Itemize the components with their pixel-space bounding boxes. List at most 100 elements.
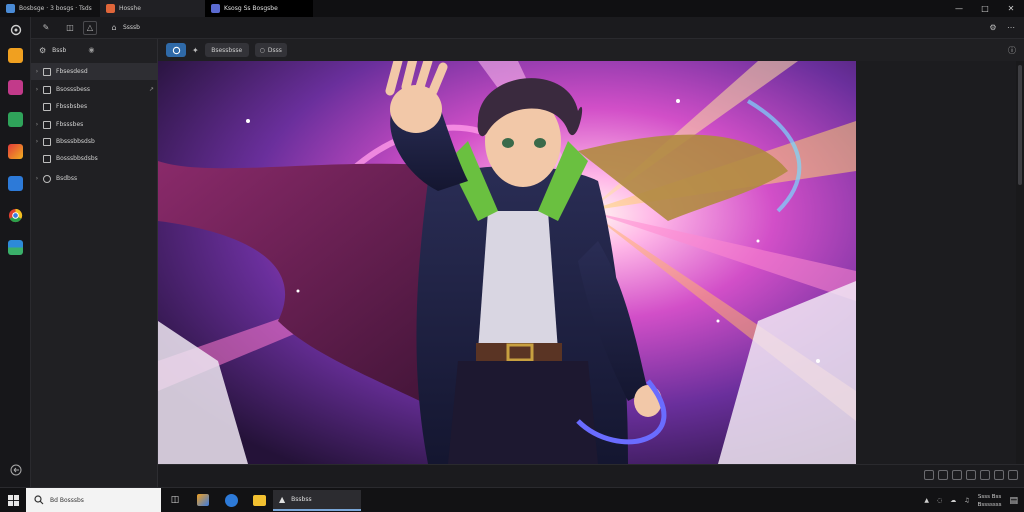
file-icon bbox=[43, 120, 51, 129]
title-bar: Bosbsge · 3 bosgs · Tsds Hosshe Ksosg Ss… bbox=[0, 0, 1024, 17]
status-icons bbox=[924, 470, 1018, 480]
task-view-icon[interactable]: ◫ bbox=[161, 488, 189, 512]
gear-icon[interactable]: ⚙ bbox=[39, 46, 46, 55]
search-icon bbox=[34, 495, 44, 505]
clock-time: Ssss Bss bbox=[977, 493, 1002, 500]
close-icon[interactable]: ✕ bbox=[998, 0, 1024, 17]
media-icon[interactable] bbox=[6, 78, 25, 97]
system-tray: ▲ ◌ ☁ ♫ Ssss Bss Bsssssss ▤ bbox=[924, 488, 1018, 512]
artwork-image[interactable] bbox=[158, 61, 856, 464]
image-icon[interactable]: △ bbox=[83, 20, 97, 35]
fullscreen-icon[interactable] bbox=[994, 470, 1004, 480]
filter-icon[interactable]: ◉ bbox=[88, 46, 94, 54]
pen-icon[interactable]: ✎ bbox=[39, 21, 53, 35]
paint-app-icon[interactable] bbox=[189, 488, 217, 512]
file-icon bbox=[43, 137, 51, 146]
back-icon[interactable] bbox=[6, 460, 25, 479]
sidebar-item-label: Bbsssbbsdsb bbox=[56, 138, 95, 145]
chevron-right-icon: › bbox=[35, 138, 39, 145]
browser-icon bbox=[106, 4, 115, 13]
file-icon bbox=[43, 174, 51, 183]
scrollbar-thumb[interactable] bbox=[1018, 65, 1022, 185]
sidebar-item[interactable]: › Bbsssbbsdsb bbox=[31, 133, 158, 150]
editor-toolbar: ✦ Bsessbsse ○ Dsss ⓘ bbox=[158, 39, 1024, 61]
tab-2-label: Hosshe bbox=[119, 5, 141, 12]
sidebar-item-label: Fbsssbes bbox=[56, 121, 84, 128]
sidebar-item-label: Fbsesdesd bbox=[56, 68, 88, 75]
fit-icon[interactable] bbox=[924, 470, 934, 480]
main-toolbar: ✎ ◫ △ ⌂ Ssssb ⚙ ⋯ bbox=[31, 17, 1024, 39]
volume-icon[interactable]: ♫ bbox=[964, 497, 969, 504]
chat-icon[interactable]: ◌ bbox=[937, 497, 942, 504]
paint-icon[interactable] bbox=[6, 142, 25, 161]
sidebar-item[interactable]: › Fbsssbes bbox=[31, 116, 158, 133]
view-toggle-button[interactable] bbox=[166, 43, 186, 57]
sparkle-icon[interactable]: ✦ bbox=[192, 46, 199, 55]
sidebar-item-label: Bsdbss bbox=[56, 175, 78, 182]
tab-1[interactable]: Bosbsge · 3 bosgs · Tsds bbox=[0, 0, 100, 17]
calc-icon[interactable] bbox=[6, 238, 25, 257]
file-icon bbox=[43, 102, 51, 111]
toolbar-button-2[interactable]: ○ Dsss bbox=[254, 43, 287, 57]
status-bar bbox=[158, 464, 1024, 487]
home-icon[interactable]: ⌂ bbox=[107, 21, 121, 35]
sidebar-item[interactable]: Bosssbbsdsbs bbox=[31, 150, 158, 167]
chevron-right-icon: › bbox=[35, 86, 39, 93]
sidebar-item[interactable]: › Bsosssbess ↗ bbox=[31, 81, 158, 98]
menu-icon[interactable] bbox=[1008, 470, 1018, 480]
arrow-icon: ↗ bbox=[148, 86, 154, 93]
settings-icon[interactable]: ⚙ bbox=[986, 21, 1000, 35]
vertical-scrollbar[interactable] bbox=[1016, 61, 1024, 464]
maximize-icon[interactable]: □ bbox=[972, 0, 998, 17]
zoom-in-icon[interactable] bbox=[952, 470, 962, 480]
sidebar-item[interactable]: Fbssbsbes bbox=[31, 98, 158, 115]
clock-date: Bsssssss bbox=[977, 501, 1002, 508]
toolbar-button-1[interactable]: Bsessbsse bbox=[204, 43, 249, 57]
file-icon bbox=[43, 85, 51, 94]
right-panel bbox=[856, 61, 1016, 464]
zoom-out-icon[interactable] bbox=[938, 470, 948, 480]
edge-icon[interactable] bbox=[217, 488, 245, 512]
toolbar-label[interactable]: Ssssb bbox=[123, 24, 140, 31]
app-icon bbox=[6, 4, 15, 13]
files-icon[interactable] bbox=[6, 46, 25, 65]
chevron-right-icon: › bbox=[35, 175, 39, 182]
rotate-icon[interactable] bbox=[980, 470, 990, 480]
minimize-icon[interactable]: — bbox=[946, 0, 972, 17]
toolbar-button-2-label: Dsss bbox=[267, 46, 282, 54]
sidebar-header: ⚙ Bssb ◉ bbox=[31, 39, 157, 61]
window-controls: — □ ✕ bbox=[946, 0, 1024, 17]
sidebar-item[interactable]: › Fbsesdesd bbox=[31, 63, 158, 80]
more-icon[interactable]: ⋯ bbox=[1004, 21, 1018, 35]
tab-2[interactable]: Hosshe bbox=[100, 0, 205, 17]
sidebar-header-label: Bssb bbox=[52, 46, 67, 54]
taskbar: Bd Bosssbs ◫ ▲ Bssbss ▲ ◌ ☁ ♫ Ssss Bss B… bbox=[0, 487, 1024, 512]
folder-icon[interactable]: ◫ bbox=[63, 21, 77, 35]
clock[interactable]: Ssss Bss Bsssssss bbox=[978, 493, 1002, 509]
chrome-icon[interactable] bbox=[6, 206, 25, 225]
network-icon[interactable]: ▲ bbox=[924, 497, 929, 504]
shield-icon bbox=[211, 4, 220, 13]
tab-3[interactable]: Ksosg Ss Bosgsbe bbox=[205, 0, 313, 17]
start-button[interactable] bbox=[0, 488, 26, 512]
taskbar-search[interactable]: Bd Bosssbs bbox=[26, 487, 161, 512]
explorer-icon[interactable] bbox=[245, 488, 273, 512]
notification-icon[interactable]: ▤ bbox=[1009, 496, 1018, 506]
sidebar-item-label: Bosssbbsdsbs bbox=[56, 155, 98, 162]
refresh-icon[interactable] bbox=[6, 20, 25, 39]
windows-icon bbox=[7, 494, 19, 506]
chevron-right-icon: › bbox=[35, 121, 39, 128]
sidebar-item[interactable]: › Bsdbss bbox=[31, 170, 158, 187]
active-app-icon: ▲ bbox=[279, 494, 286, 504]
notes-icon[interactable] bbox=[6, 110, 25, 129]
info-icon[interactable]: ⓘ bbox=[1008, 45, 1016, 56]
onedrive-icon[interactable]: ☁ bbox=[950, 497, 956, 504]
store-icon[interactable] bbox=[6, 174, 25, 193]
file-icon bbox=[43, 154, 51, 163]
search-placeholder: Bd Bosssbs bbox=[50, 496, 84, 504]
activity-bar bbox=[0, 17, 31, 487]
circle-icon: ○ bbox=[259, 46, 265, 54]
taskbar-active-app[interactable]: ▲ Bssbss bbox=[273, 489, 361, 511]
canvas-area bbox=[158, 61, 1024, 464]
grid-icon[interactable] bbox=[966, 470, 976, 480]
